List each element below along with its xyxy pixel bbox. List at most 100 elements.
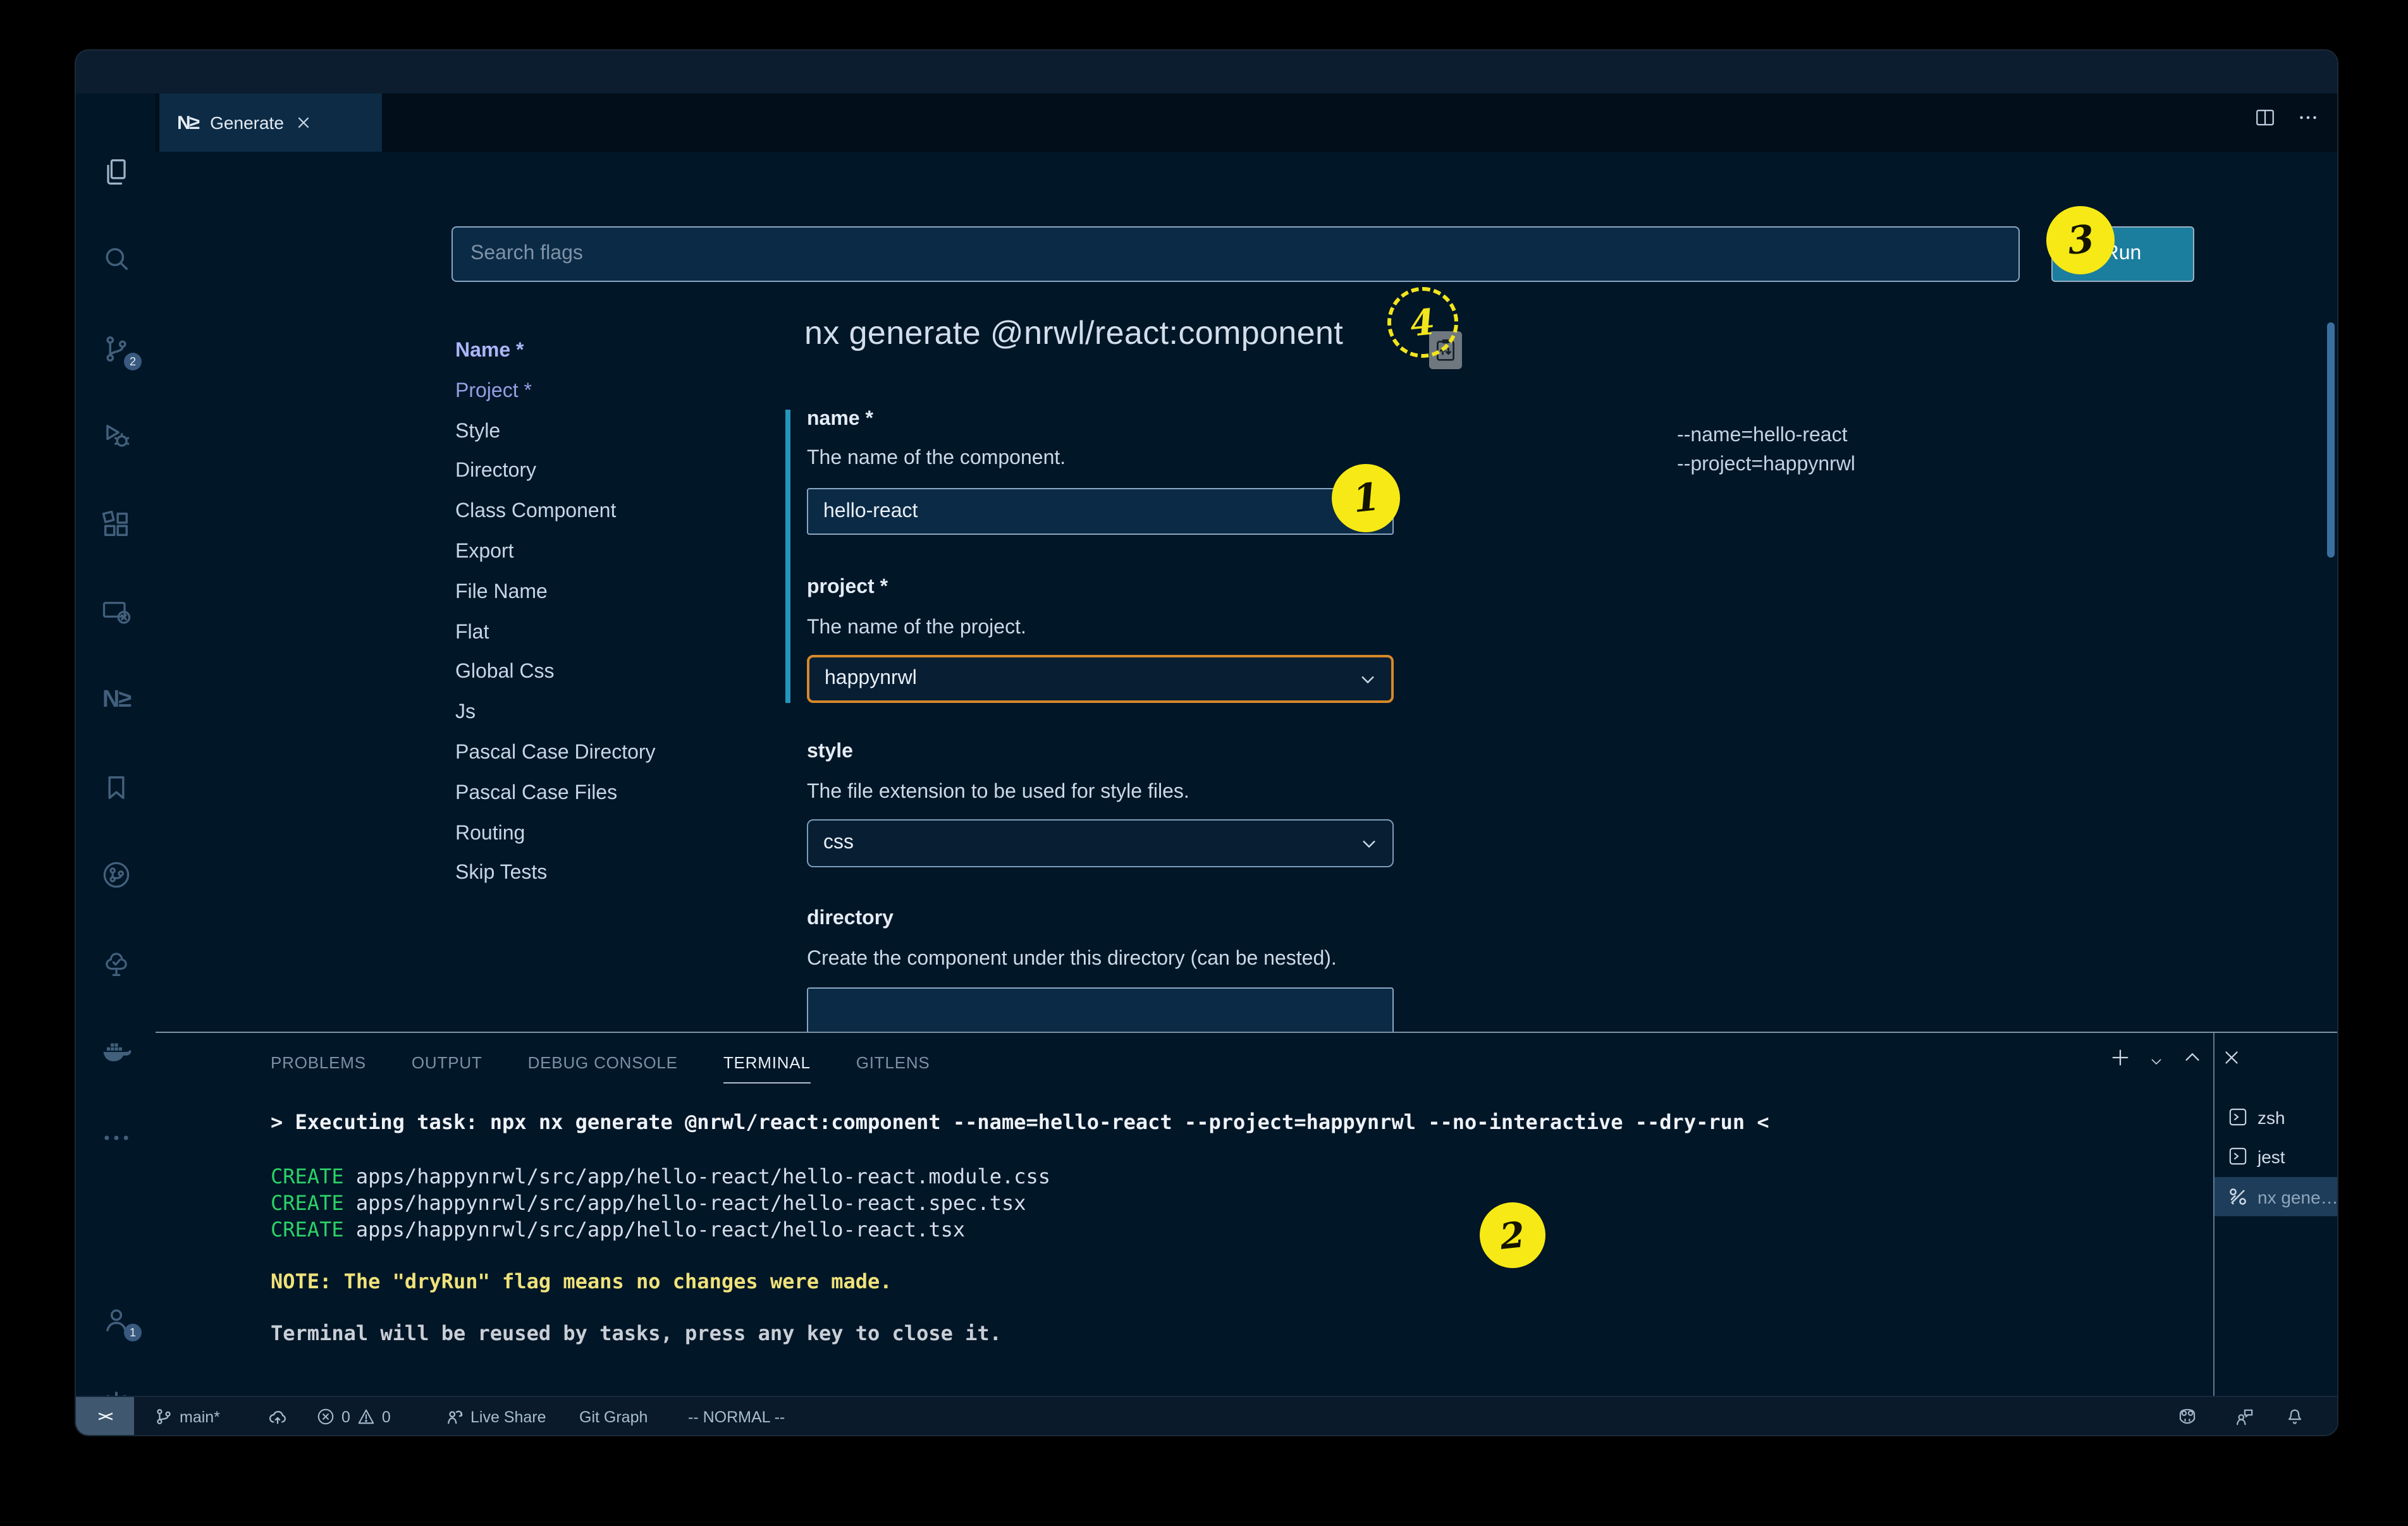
live-share-status-item[interactable]: Live Share	[445, 1397, 546, 1435]
annotation-1: 1	[1332, 464, 1400, 532]
field-list-item-class-component[interactable]: Class Component	[455, 492, 746, 532]
chevron-down-icon	[1361, 838, 1377, 849]
editor-more-icon[interactable]	[2297, 106, 2319, 129]
directory-field-description: Create the component under this director…	[807, 948, 1337, 971]
feedback-icon	[2235, 1407, 2254, 1426]
field-list-item-pascal-case-files[interactable]: Pascal Case Files	[455, 774, 746, 814]
tab-generate[interactable]: N≥ Generate	[159, 94, 382, 152]
terminal-session-nx-generate[interactable]: nx gene…	[2214, 1177, 2337, 1216]
project-field-description: The name of the project.	[807, 617, 1026, 640]
panel-controls	[2110, 1047, 2242, 1072]
style-field-description: The file extension to be used for style …	[807, 781, 1189, 804]
status-bar: >< main* 0 0 Live Share Git Graph	[76, 1396, 2337, 1435]
remote-indicator[interactable]: ><	[76, 1397, 134, 1435]
terminal-dropdown-icon[interactable]	[2149, 1051, 2164, 1072]
nx-console-icon[interactable]: N≥	[100, 684, 133, 717]
name-input[interactable]	[807, 488, 1394, 535]
field-list-item-global-css[interactable]: Global Css	[455, 653, 746, 693]
bottom-panel: PROBLEMS OUTPUT DEBUG CONSOLE TERMINAL G…	[156, 1032, 2337, 1435]
branch-status-item[interactable]: main*	[154, 1397, 220, 1435]
close-panel-icon[interactable]	[2221, 1047, 2242, 1068]
git-graph-icon[interactable]	[100, 858, 133, 891]
generate-webview: Run Name * Project * Style Directory Cla…	[156, 152, 2337, 1032]
name-field-description: The name of the component.	[807, 448, 1066, 470]
tab-label: Generate	[210, 113, 284, 133]
terminal-reuse-line: Terminal will be reused by tasks, press …	[271, 1320, 1002, 1346]
tab-problems[interactable]: PROBLEMS	[271, 1053, 366, 1072]
source-control-badge: 2	[124, 353, 142, 370]
git-graph-status-item[interactable]: Git Graph	[579, 1397, 648, 1435]
screenshot-stage: Generate — myorg 2 N≥	[0, 0, 2408, 1526]
terminal-session-zsh[interactable]: zsh	[2214, 1097, 2337, 1137]
field-list-item-name[interactable]: Name *	[455, 331, 746, 372]
flag-name: --name=hello-react	[1677, 421, 1855, 450]
nx-tab-icon: N≥	[177, 112, 199, 133]
field-list-item-flat[interactable]: Flat	[455, 613, 746, 653]
accounts-badge: 1	[124, 1324, 142, 1341]
active-tab-underline	[723, 1082, 811, 1083]
extensions-icon[interactable]	[100, 508, 133, 541]
cloud-upload-icon	[268, 1407, 287, 1426]
chevron-down-icon	[1360, 673, 1376, 685]
split-editor-icon[interactable]	[2254, 106, 2276, 129]
tab-output[interactable]: OUTPUT	[412, 1053, 482, 1072]
terminal-create-line: CREATE apps/happynrwl/src/app/hello-reac…	[271, 1163, 1050, 1190]
terminal-create-line: CREATE apps/happynrwl/src/app/hello-reac…	[271, 1190, 1026, 1216]
more-actions-icon[interactable]	[100, 1121, 133, 1154]
new-terminal-icon[interactable]	[2110, 1047, 2131, 1068]
notifications-status-item[interactable]	[2285, 1397, 2304, 1435]
field-list-item-pascal-case-directory[interactable]: Pascal Case Directory	[455, 733, 746, 774]
maximize-panel-icon[interactable]	[2182, 1047, 2203, 1068]
docker-icon[interactable]	[100, 1034, 133, 1067]
tab-terminal[interactable]: TERMINAL	[723, 1053, 811, 1072]
field-list-item-routing[interactable]: Routing	[455, 814, 746, 854]
remote-explorer-icon[interactable]	[100, 597, 133, 630]
tab-gitlens[interactable]: GITLENS	[856, 1053, 930, 1072]
annotation-2: 2	[1480, 1202, 1545, 1268]
generator-title: nx generate @nrwl/react:component	[804, 314, 1343, 353]
project-select[interactable]: happynrwl	[807, 655, 1394, 703]
copilot-status-item[interactable]	[2177, 1397, 2198, 1435]
field-list-item-project[interactable]: Project *	[455, 372, 746, 412]
project-field-label: project *	[807, 577, 888, 599]
vim-mode-status-item[interactable]: -- NORMAL --	[688, 1397, 785, 1435]
annotation-4: 4	[1387, 287, 1458, 358]
name-field-label: name *	[807, 408, 873, 431]
test-tree-icon[interactable]	[100, 947, 133, 980]
terminal-session-jest[interactable]: jest	[2214, 1137, 2337, 1176]
field-list-item-js[interactable]: Js	[455, 693, 746, 733]
terminal-exec-line: > Executing task: npx nx generate @nrwl/…	[271, 1109, 1769, 1135]
git-branch-icon	[154, 1407, 173, 1426]
flag-project: --project=happynrwl	[1677, 450, 1855, 479]
sync-status-item[interactable]	[268, 1397, 287, 1435]
activity-bar: 2 N≥	[76, 94, 157, 1435]
webview-scrollbar[interactable]	[2327, 322, 2335, 558]
field-list-item-file-name[interactable]: File Name	[455, 573, 746, 613]
field-list: Name * Project * Style Directory Class C…	[455, 331, 746, 894]
terminal-icon	[2228, 1108, 2247, 1126]
annotation-3: 3	[2046, 206, 2115, 274]
tab-debug-console[interactable]: DEBUG CONSOLE	[528, 1053, 678, 1072]
bookmarks-icon[interactable]	[100, 771, 133, 804]
project-select-value: happynrwl	[825, 668, 917, 690]
search-icon[interactable]	[100, 243, 133, 276]
feedback-status-item[interactable]	[2235, 1397, 2254, 1435]
style-select[interactable]: css	[807, 819, 1394, 867]
field-list-item-style[interactable]: Style	[455, 412, 746, 452]
panel-tab-bar: PROBLEMS OUTPUT DEBUG CONSOLE TERMINAL G…	[271, 1053, 930, 1072]
live-share-icon	[445, 1407, 464, 1426]
tab-close-icon[interactable]	[295, 114, 313, 131]
flags-preview: --name=hello-react --project=happynrwl	[1677, 421, 1855, 479]
directory-input[interactable]	[807, 987, 1394, 1032]
run-debug-icon[interactable]	[100, 420, 133, 453]
search-flags-input[interactable]	[452, 226, 2020, 282]
field-list-item-skip-tests[interactable]: Skip Tests	[455, 854, 746, 894]
terminal-sidebar-divider[interactable]	[2213, 1033, 2214, 1435]
explorer-icon[interactable]	[100, 156, 133, 188]
vscode-window: Generate — myorg 2 N≥	[76, 51, 2337, 1435]
editor-actions	[2254, 106, 2319, 129]
field-list-item-export[interactable]: Export	[455, 532, 746, 573]
style-field-label: style	[807, 741, 853, 764]
problems-status-item[interactable]: 0 0	[316, 1397, 391, 1435]
field-list-item-directory[interactable]: Directory	[455, 452, 746, 492]
